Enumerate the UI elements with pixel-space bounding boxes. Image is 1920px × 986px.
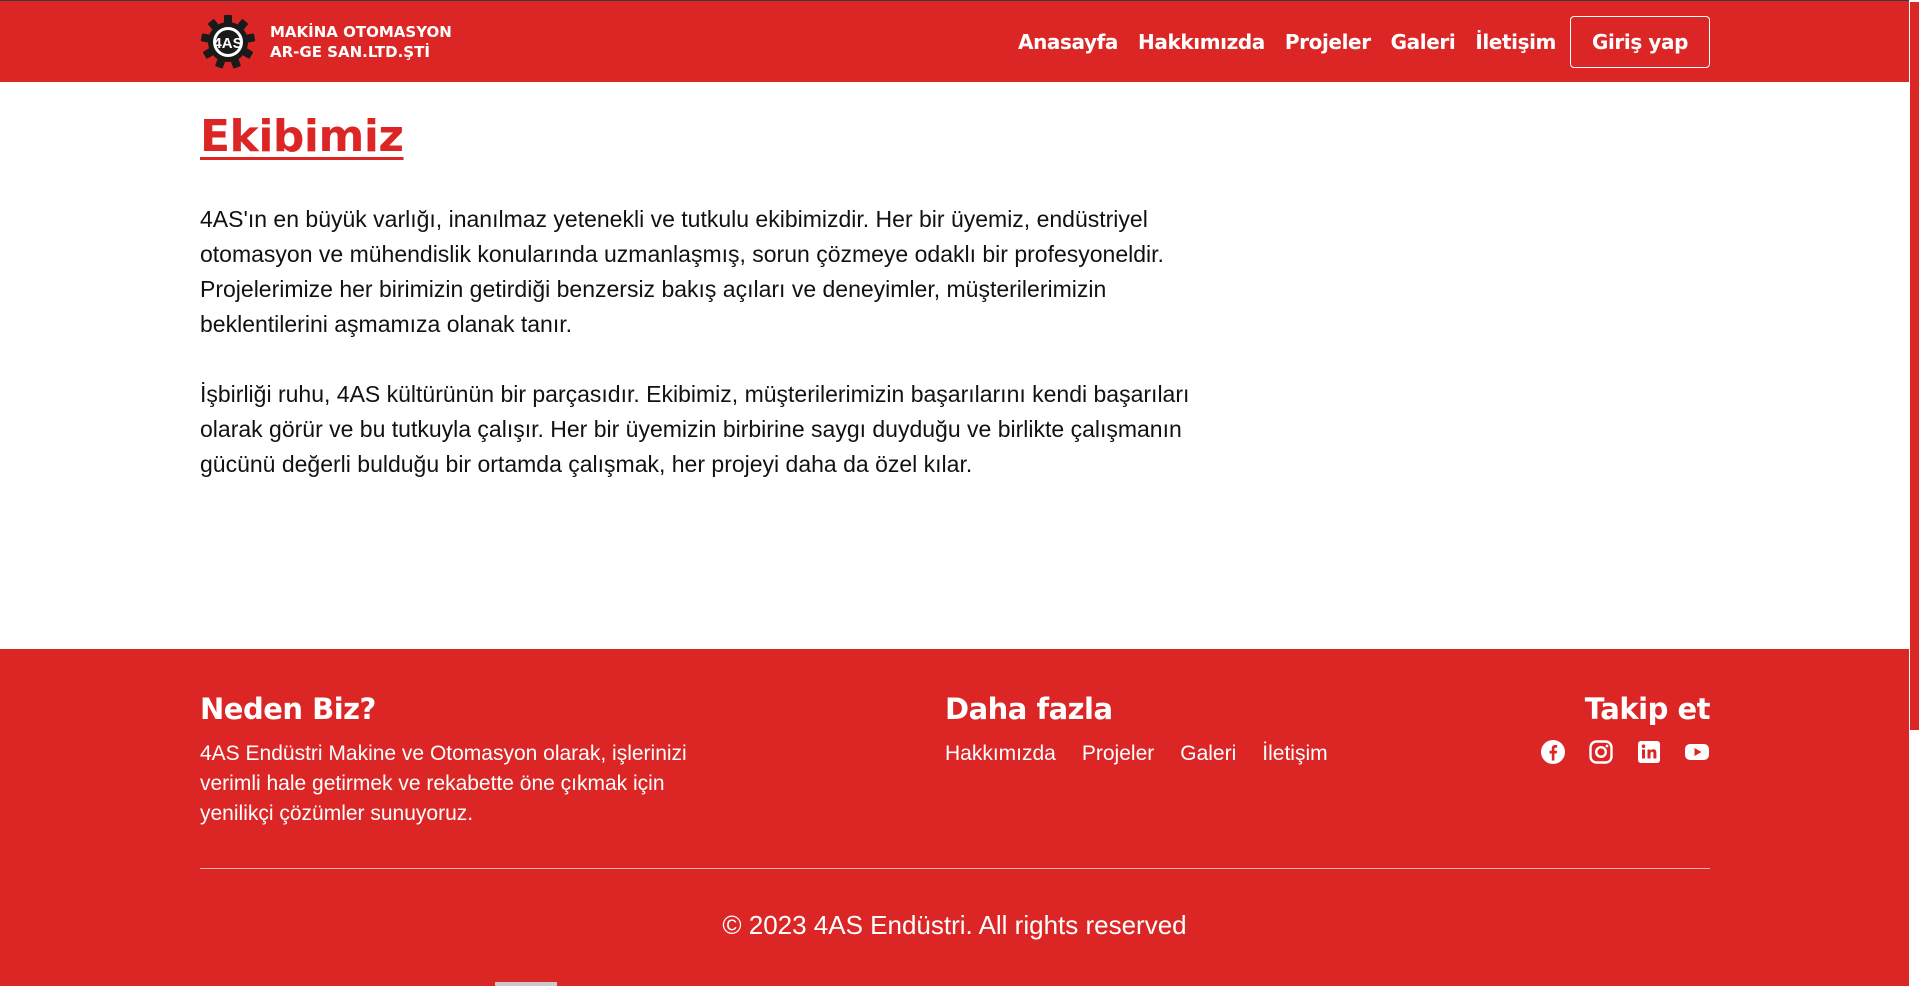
navbar: 4AS MAKİNA OTOMASYON AR-GE SAN.LTD.ŞTİ A… (0, 1, 1909, 82)
footer-link-projects[interactable]: Projeler (1082, 741, 1154, 767)
logo-line-1: MAKİNA OTOMASYON (270, 23, 452, 41)
team-paragraph-1: 4AS'ın en büyük varlığı, inanılmaz yeten… (200, 206, 1164, 337)
nav-link-projects[interactable]: Projeler (1285, 27, 1371, 57)
gear-logo-icon: 4AS (200, 15, 256, 69)
footer-why-text: 4AS Endüstri Makine ve Otomasyon olarak,… (200, 742, 687, 825)
main-nav: Anasayfa Hakkımızda Projeler Galeri İlet… (1018, 27, 1576, 57)
linkedin-icon[interactable] (1636, 739, 1662, 765)
nav-link-home[interactable]: Anasayfa (1018, 27, 1118, 57)
footer-divider (200, 868, 1710, 869)
logo-line-2: AR-GE SAN.LTD.ŞTİ (270, 43, 430, 61)
instagram-icon[interactable] (1588, 739, 1614, 765)
copyright-text: © 2023 4AS Endüstri. All rights reserved (722, 910, 1187, 940)
scrollbar-thumb[interactable] (1910, 2, 1919, 730)
logo-company-name: MAKİNA OTOMASYON AR-GE SAN.LTD.ŞTİ (270, 22, 452, 62)
youtube-icon[interactable] (1684, 739, 1710, 765)
login-button[interactable]: Giriş yap (1570, 16, 1710, 68)
facebook-icon[interactable] (1540, 739, 1566, 765)
nav-link-about[interactable]: Hakkımızda (1138, 27, 1265, 57)
footer-more-heading: Daha fazla (945, 692, 1113, 726)
brand-logo[interactable]: 4AS MAKİNA OTOMASYON AR-GE SAN.LTD.ŞTİ (200, 14, 452, 70)
page-title: Ekibimiz (200, 111, 404, 162)
footer-link-about[interactable]: Hakkımızda (945, 741, 1056, 767)
horizontal-scroll-indicator (495, 982, 557, 986)
nav-link-gallery[interactable]: Galeri (1391, 27, 1456, 57)
footer-why-heading: Neden Biz? (200, 692, 376, 726)
nav-link-contact[interactable]: İletişim (1475, 27, 1556, 57)
footer-link-gallery[interactable]: Galeri (1180, 741, 1236, 767)
footer: Neden Biz? 4AS Endüstri Makine ve Otomas… (0, 649, 1909, 986)
team-paragraph-2: İşbirliği ruhu, 4AS kültürünün bir parça… (200, 381, 1190, 477)
footer-link-contact[interactable]: İletişim (1262, 741, 1327, 767)
main-content: Ekibimiz 4AS'ın en büyük varlığı, inanıl… (200, 82, 1200, 482)
logo-mark-text: 4AS (213, 35, 242, 52)
social-links (1518, 739, 1710, 765)
footer-links: Hakkımızda Projeler Galeri İletişim (945, 741, 1354, 767)
footer-follow-heading: Takip et (1584, 692, 1711, 726)
